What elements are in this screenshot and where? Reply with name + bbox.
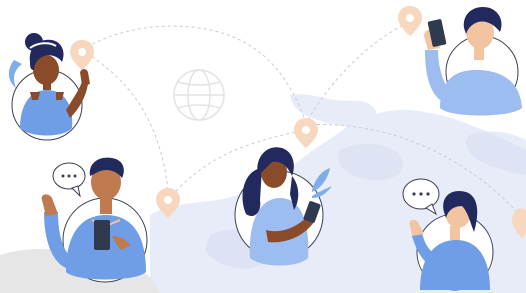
man-with-phone-top-right [424,6,522,116]
social-network-illustration [0,0,526,293]
globe-icon [173,69,225,121]
illustration-canvas [0,6,526,293]
location-pin-icon [70,40,94,70]
location-pin-icon [398,6,422,36]
smartphone-icon [94,220,110,250]
location-pin-icon [294,118,318,148]
chat-bubble-icon [52,162,86,198]
